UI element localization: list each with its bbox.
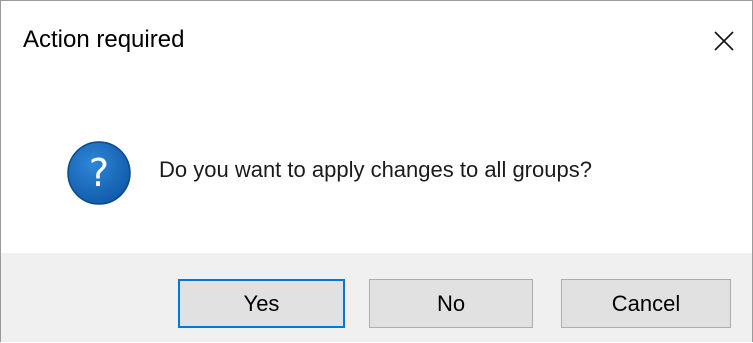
dialog-content: ? Do you want to apply changes to all gr… <box>1 81 752 253</box>
question-icon: ? <box>67 141 131 205</box>
message-dialog: Action required ? Do you want to apply c… <box>0 0 753 342</box>
title-bar: Action required <box>1 1 752 81</box>
button-bar: Yes No Cancel <box>1 253 752 342</box>
cancel-button[interactable]: Cancel <box>561 279 731 328</box>
svg-text:?: ? <box>89 151 109 195</box>
dialog-title: Action required <box>23 26 185 53</box>
yes-button[interactable]: Yes <box>178 279 345 328</box>
no-button[interactable]: No <box>369 279 533 328</box>
close-icon <box>714 31 734 51</box>
close-button[interactable] <box>696 13 752 69</box>
dialog-message: Do you want to apply changes to all grou… <box>159 157 592 182</box>
